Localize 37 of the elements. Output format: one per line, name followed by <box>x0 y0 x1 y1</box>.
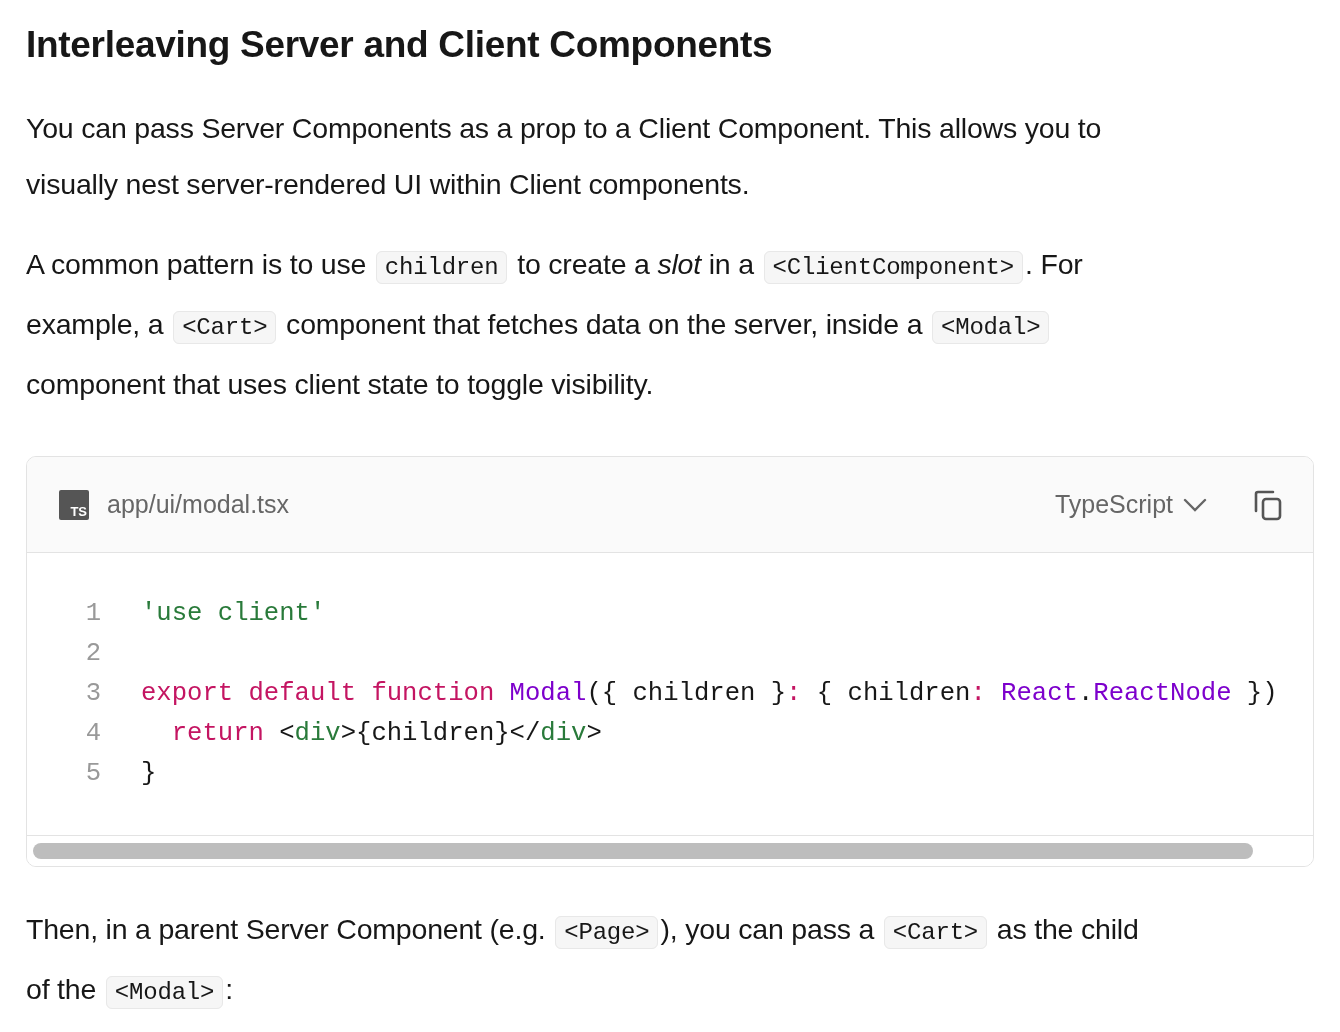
paragraph-text: : <box>225 973 233 1005</box>
inline-code: <Page> <box>555 916 659 949</box>
code-line: } <box>141 758 157 788</box>
paragraph-text: You can pass Server Components as a prop to a Client Component. This allows you to <box>26 112 1102 144</box>
code-line: export default function Modal({ children }: { children: React.ReactNode }) <box>141 678 1278 708</box>
copy-button[interactable] <box>1253 488 1283 521</box>
inline-code: <Cart> <box>883 916 988 949</box>
paragraph-text: example, a <box>26 308 164 340</box>
line-number: 3 <box>84 678 102 708</box>
inline-code: <ClientComponent> <box>763 251 1023 284</box>
inline-code: children <box>375 251 508 284</box>
paragraph-text: visually nest server-rendered UI within Client components. <box>26 168 750 200</box>
inline-code: <Modal> <box>105 976 224 1009</box>
paragraph-text: to create a slot in a <box>517 248 754 280</box>
chevron-down-icon <box>1183 497 1207 512</box>
paragraph-text: component that uses client state to toggle visibility. <box>26 368 654 400</box>
scrollbar-thumb[interactable] <box>33 843 1253 859</box>
line-number: 5 <box>84 758 102 788</box>
inline-code: <Cart> <box>173 311 277 344</box>
typescript-badge: TS <box>59 489 89 520</box>
line-number: 1 <box>84 598 102 628</box>
paragraph-text: of the <box>26 973 97 1005</box>
paragraph-text: Then, in a parent Server Component (e.g. <box>26 913 546 945</box>
paragraph-text: as the child <box>996 913 1139 945</box>
language-dropdown[interactable]: TypeScript <box>1054 490 1207 519</box>
file-name: app/ui/modal.tsx <box>107 490 291 519</box>
paragraph-text: . For <box>1025 248 1083 280</box>
line-number: 2 <box>84 638 102 668</box>
section-heading: Interleaving Server and Client Components <box>26 23 774 67</box>
copy-icon <box>1253 488 1283 521</box>
line-number: 4 <box>84 718 102 748</box>
inline-code: <Modal> <box>932 311 1050 344</box>
code-line: 'use client' <box>141 598 326 628</box>
paragraph-text: ), you can pass a <box>660 913 875 945</box>
code-line: return <div>{children}</div> <box>170 718 602 748</box>
paragraph-text: component that fetches data on the server, inside a <box>286 308 923 340</box>
paragraph-text: A common pattern is to use <box>26 248 367 280</box>
